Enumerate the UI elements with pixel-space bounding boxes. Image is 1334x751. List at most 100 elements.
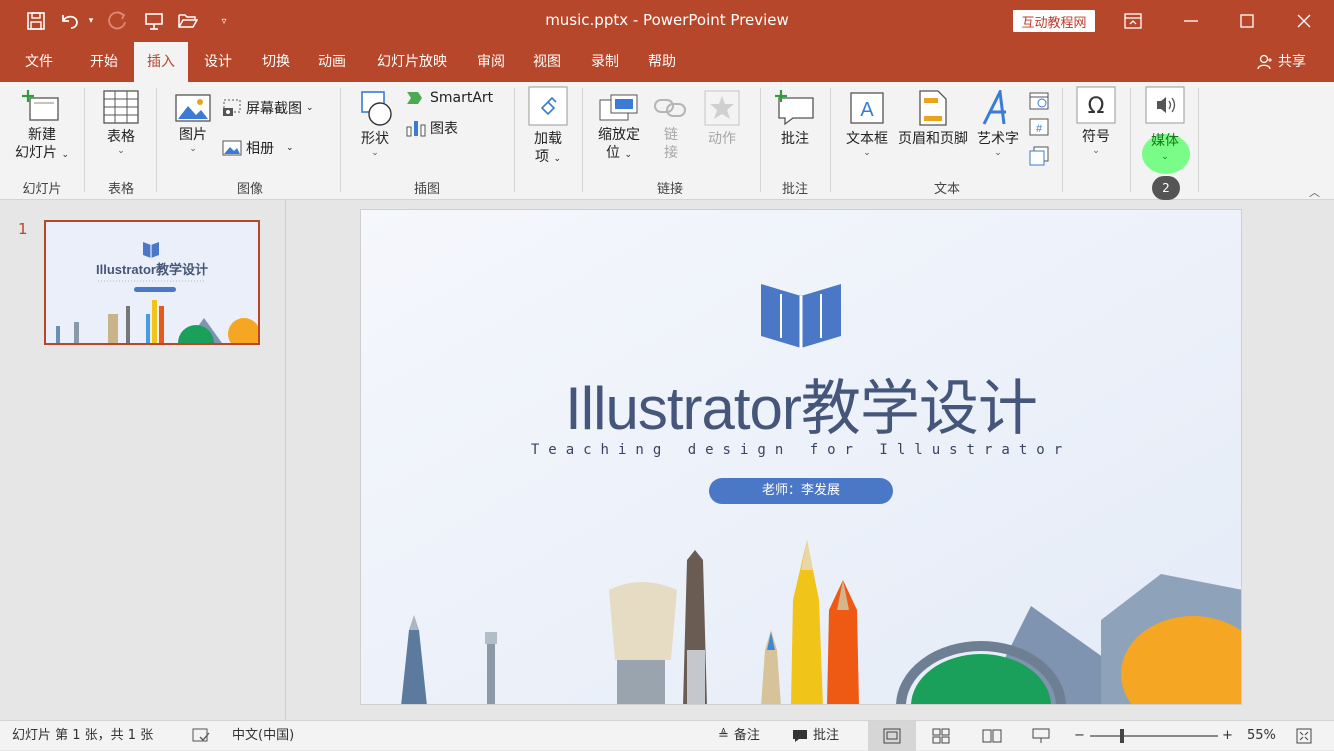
reading-view-icon bbox=[982, 729, 1002, 743]
comments-button[interactable]: 批注 bbox=[792, 721, 839, 751]
media-button[interactable] bbox=[1142, 86, 1188, 128]
tab-transitions[interactable]: 切换 bbox=[250, 42, 302, 82]
svg-text:Ω: Ω bbox=[1088, 94, 1105, 119]
comment-button[interactable]: 批注 bbox=[772, 90, 818, 148]
zoom-button[interactable]: 缩放定 位 ⌄ bbox=[594, 94, 644, 164]
header-footer-button[interactable]: 页眉和页脚 bbox=[894, 90, 972, 148]
maximize-button[interactable] bbox=[1219, 0, 1275, 42]
zoom-slider[interactable] bbox=[1090, 721, 1218, 751]
addins-icon bbox=[528, 86, 568, 126]
screenshot-icon bbox=[223, 99, 241, 116]
screenshot-button[interactable]: 屏幕截图 ⌄ bbox=[222, 98, 314, 118]
language-status[interactable]: 中文(中国) bbox=[232, 721, 294, 751]
chevron-down-icon: ⌄ bbox=[863, 148, 871, 158]
slide-number-button[interactable]: # bbox=[1028, 118, 1050, 140]
tab-home[interactable]: 开始 bbox=[76, 42, 132, 82]
object-icon bbox=[1029, 146, 1049, 166]
slide-thumbnail[interactable]: Illustrator教学设计 bbox=[44, 220, 260, 345]
slide-subtitle[interactable]: Teaching design for Illustrator bbox=[361, 442, 1241, 458]
slide-number: 1 bbox=[18, 220, 28, 238]
object-button[interactable] bbox=[1028, 146, 1050, 170]
date-time-button[interactable] bbox=[1028, 90, 1050, 114]
minimize-button[interactable] bbox=[1163, 0, 1219, 42]
pictures-label: 图片 bbox=[179, 127, 207, 143]
normal-view-button[interactable] bbox=[868, 721, 916, 751]
tab-file[interactable]: 文件 bbox=[12, 42, 66, 82]
chart-icon bbox=[406, 121, 426, 137]
person-icon bbox=[1257, 54, 1272, 70]
smartart-button[interactable]: SmartArt bbox=[406, 90, 493, 106]
zoom-icon bbox=[599, 94, 638, 121]
separator bbox=[830, 88, 831, 192]
group-images: 图像 bbox=[236, 182, 263, 197]
ribbon-display-icon[interactable] bbox=[1105, 0, 1161, 42]
zoom-in-button[interactable]: + bbox=[1222, 721, 1233, 751]
chart-button[interactable]: 图表 bbox=[406, 118, 458, 138]
table-button[interactable]: 表格 ⌄ bbox=[96, 90, 146, 156]
album-label: 相册 bbox=[246, 141, 274, 157]
chevron-down-icon: ⌄ bbox=[1161, 152, 1169, 162]
tab-review[interactable]: 审阅 bbox=[466, 42, 516, 82]
tab-help[interactable]: 帮助 bbox=[636, 42, 688, 82]
slide-title[interactable]: Illustrator教学设计 bbox=[361, 360, 1241, 447]
separator bbox=[582, 88, 583, 192]
slide-sorter-button[interactable] bbox=[932, 721, 950, 751]
tab-slideshow[interactable]: 幻灯片放映 bbox=[366, 42, 458, 82]
tab-view[interactable]: 视图 bbox=[522, 42, 572, 82]
omega-icon: Ω bbox=[1076, 86, 1116, 124]
group-slides: 幻灯片 bbox=[22, 182, 62, 197]
zoom-out-button[interactable]: − bbox=[1074, 721, 1085, 751]
tab-insert[interactable]: 插入 bbox=[134, 42, 188, 82]
calendar-icon bbox=[1029, 92, 1049, 110]
group-comments: 批注 bbox=[781, 182, 808, 197]
zoom-level[interactable]: 55% bbox=[1247, 721, 1276, 751]
group-tables: 表格 bbox=[107, 182, 134, 197]
shapes-icon bbox=[361, 91, 392, 126]
link-button[interactable]: 链 接 bbox=[652, 94, 690, 162]
status-bar: 幻灯片 第 1 张，共 1 张 中文(中国) ≜ 备注 批注 − + 55% bbox=[0, 720, 1334, 751]
link-label2: 接 bbox=[664, 145, 678, 161]
tab-record[interactable]: 录制 bbox=[580, 42, 630, 82]
speaker-icon bbox=[1145, 86, 1185, 124]
notes-button[interactable]: ≜ 备注 bbox=[718, 721, 760, 751]
album-button[interactable]: 相册 ⌄ bbox=[222, 138, 294, 158]
tab-animations[interactable]: 动画 bbox=[306, 42, 358, 82]
thumbnail-title: Illustrator教学设计 bbox=[96, 262, 208, 277]
comment-bubble-icon bbox=[793, 730, 807, 742]
brand-badge: 互动教程网 bbox=[1013, 10, 1095, 32]
link-label: 链 bbox=[664, 127, 678, 143]
slideshow-button[interactable] bbox=[1032, 721, 1050, 751]
zoom-label2: 位 ⌄ bbox=[606, 145, 632, 161]
separator bbox=[340, 88, 341, 192]
smartart-icon bbox=[407, 92, 422, 104]
symbols-button[interactable]: Ω 符号 ⌄ bbox=[1074, 86, 1118, 156]
chevron-down-icon: ⌄ bbox=[371, 148, 379, 158]
chart-label: 图表 bbox=[430, 121, 458, 137]
chevron-down-icon: ⌄ bbox=[117, 146, 125, 156]
shapes-button[interactable]: 形状 ⌄ bbox=[352, 90, 398, 158]
slide[interactable]: Illustrator教学设计 Teaching design for Illu… bbox=[360, 209, 1242, 705]
table-label: 表格 bbox=[107, 129, 135, 145]
collapse-ribbon-icon[interactable]: ︿ bbox=[1309, 184, 1320, 200]
tab-design[interactable]: 设计 bbox=[192, 42, 244, 82]
zoom-slider-thumb[interactable] bbox=[1120, 729, 1124, 743]
teacher-badge[interactable]: 老师：李发展 bbox=[709, 478, 893, 504]
reading-view-button[interactable] bbox=[982, 721, 1002, 751]
new-slide-button[interactable]: 新建 幻灯片 ⌄ bbox=[10, 90, 74, 164]
pictures-button[interactable]: 图片 ⌄ bbox=[170, 94, 216, 154]
textbox-icon: A bbox=[850, 92, 884, 124]
accessibility-icon[interactable] bbox=[192, 721, 210, 751]
addins-button[interactable]: 加载 项 ⌄ bbox=[526, 86, 570, 168]
action-button[interactable]: 动作 bbox=[700, 90, 744, 148]
wordart-button[interactable]: 艺术字 ⌄ bbox=[974, 86, 1022, 158]
slide-canvas: Illustrator教学设计 Teaching design for Illu… bbox=[287, 200, 1334, 720]
click-count-badge: 2 bbox=[1152, 176, 1180, 200]
comment-icon bbox=[775, 90, 814, 126]
chevron-down-icon: ⌄ bbox=[286, 143, 294, 153]
close-button[interactable] bbox=[1276, 0, 1332, 42]
group-links: 链接 bbox=[656, 182, 683, 197]
textbox-button[interactable]: A 文本框 ⌄ bbox=[842, 90, 892, 158]
share-button[interactable]: 共享 bbox=[1257, 42, 1306, 82]
fit-to-window-icon[interactable] bbox=[1296, 721, 1312, 751]
svg-text:A: A bbox=[860, 99, 874, 121]
